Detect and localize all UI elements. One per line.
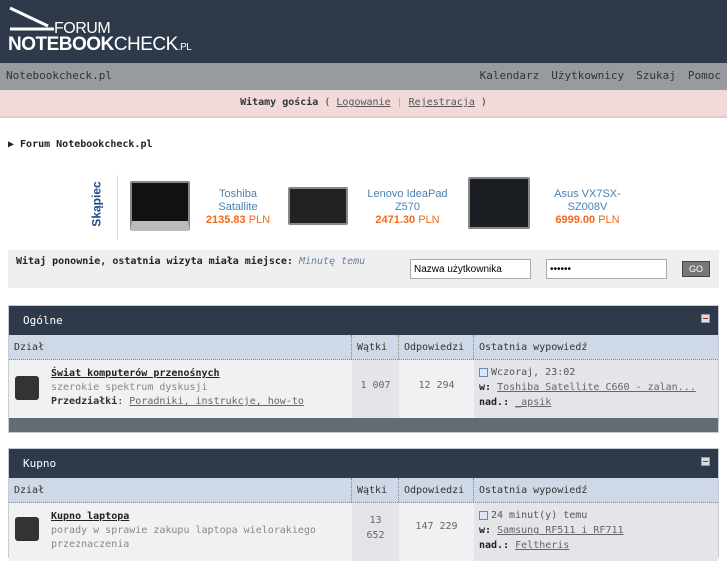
post-count: 147 229 bbox=[415, 521, 458, 532]
nav-users[interactable]: Użytkownicy bbox=[551, 69, 624, 82]
skapiec-logo: Skąpiec bbox=[90, 175, 118, 240]
last-visit-message: Witaj ponownie, ostatnia wizyta miała mi… bbox=[16, 256, 366, 267]
in-label: w: bbox=[479, 525, 492, 536]
ad-product[interactable]: Lenovo IdeaPad Z570 2471.30 PLN bbox=[360, 188, 455, 227]
logo-icon bbox=[9, 6, 54, 31]
col-threads: Wątki bbox=[352, 335, 399, 359]
nav-calendar[interactable]: Kalendarz bbox=[480, 69, 540, 82]
collapse-icon[interactable] bbox=[701, 457, 710, 466]
post-count: 12 294 bbox=[418, 380, 455, 391]
logo-text: NOTEBOOKCHECK.PL bbox=[8, 34, 192, 55]
col-posts: Odpowiedzi bbox=[399, 335, 474, 359]
site-header: FORUM NOTEBOOKCHECK.PL bbox=[0, 0, 727, 63]
login-link[interactable]: Logowanie bbox=[336, 97, 390, 108]
col-last-post: Ostatnia wypowiedź bbox=[479, 485, 588, 496]
paren: ) bbox=[474, 97, 487, 108]
separator: | bbox=[390, 97, 409, 108]
last-thread-link[interactable]: Samsung RF511 i RF711 bbox=[497, 525, 623, 536]
quote-forum-icon bbox=[15, 517, 39, 541]
subforum-link[interactable]: Poradniki, instrukcje, how-to bbox=[129, 396, 304, 407]
post-icon[interactable] bbox=[479, 367, 488, 377]
laptop-image[interactable] bbox=[468, 177, 530, 229]
last-user-link[interactable]: Feltheris bbox=[515, 540, 569, 551]
section-title[interactable]: Ogólne bbox=[23, 314, 63, 327]
forum-description: porady w sprawie zakupu laptopa wielorak… bbox=[51, 525, 316, 550]
forum-row: Kupno laptopa porady w sprawie zakupu la… bbox=[9, 503, 718, 561]
forum-title-link[interactable]: Świat komputerów przenośnych bbox=[51, 367, 352, 381]
last-post-time: 24 minut(y) temu bbox=[491, 510, 588, 521]
ad-banner[interactable]: Skąpiec Toshiba Satallite 2135.83 PLN Len… bbox=[90, 165, 650, 248]
section-kupno: Kupno Dział Wątki Odpowiedzi Ostatnia wy… bbox=[8, 448, 719, 561]
subforums-label: Przedziałki bbox=[51, 396, 118, 407]
by-label: nad.: bbox=[479, 397, 510, 408]
last-post-time: Wczoraj, 23:02 bbox=[491, 367, 576, 378]
forum-title-link[interactable]: Kupno laptopa bbox=[51, 510, 352, 524]
section-ogolne: Ogólne Dział Wątki Odpowiedzi Ostatnia w… bbox=[8, 305, 719, 433]
col-last-post: Ostatnia wypowiedź bbox=[479, 342, 588, 353]
nav-search[interactable]: Szukaj bbox=[636, 69, 676, 82]
ad-product[interactable]: Toshiba Satallite 2135.83 PLN bbox=[198, 188, 278, 227]
welcome-text: Witamy gościa bbox=[240, 97, 319, 108]
laptop-image[interactable] bbox=[288, 187, 348, 225]
breadcrumb[interactable]: ▶ Forum Notebookcheck.pl bbox=[8, 139, 153, 150]
login-bar: Witaj ponownie, ostatnia wizyta miała mi… bbox=[8, 250, 719, 288]
ad-product[interactable]: Asus VX7SX-SZ008V 6999.00 PLN bbox=[545, 188, 630, 227]
thread-count: 13 652 bbox=[352, 503, 399, 561]
in-label: w: bbox=[479, 382, 492, 393]
forum-icon bbox=[15, 376, 39, 400]
column-headers: Dział Wątki Odpowiedzi Ostatnia wypowied… bbox=[9, 335, 718, 360]
nav-bar: Notebookcheck.pl Kalendarz Użytkownicy S… bbox=[0, 63, 727, 90]
section-header: Kupno bbox=[9, 449, 718, 478]
nav-home-link[interactable]: Notebookcheck.pl bbox=[6, 69, 112, 82]
register-link[interactable]: Rejestracja bbox=[409, 97, 475, 108]
collapse-icon[interactable] bbox=[701, 314, 710, 323]
column-headers: Dział Wątki Odpowiedzi Ostatnia wypowied… bbox=[9, 478, 718, 503]
section-title[interactable]: Kupno bbox=[23, 457, 56, 470]
post-icon[interactable] bbox=[479, 510, 488, 520]
section-footer bbox=[9, 418, 718, 432]
nav-help[interactable]: Pomoc bbox=[688, 69, 721, 82]
by-label: nad.: bbox=[479, 540, 510, 551]
thread-count: 1 007 bbox=[352, 360, 399, 418]
col-posts: Odpowiedzi bbox=[399, 478, 474, 502]
paren: ( bbox=[318, 97, 337, 108]
forum-description: szerokie spektrum dyskusji bbox=[51, 382, 208, 393]
section-header: Ogólne bbox=[9, 306, 718, 335]
username-input[interactable] bbox=[410, 259, 531, 279]
laptop-image[interactable] bbox=[130, 181, 190, 231]
col-threads: Wątki bbox=[352, 478, 399, 502]
forum-row: Świat komputerów przenośnych szerokie sp… bbox=[9, 360, 718, 418]
col-forum: Dział bbox=[9, 478, 352, 502]
welcome-bar: Witamy gościa ( Logowanie | Rejestracja … bbox=[0, 90, 727, 118]
go-button[interactable]: GO bbox=[682, 261, 710, 277]
last-user-link[interactable]: _apsik bbox=[515, 397, 551, 408]
col-forum: Dział bbox=[9, 335, 352, 359]
password-input[interactable] bbox=[546, 259, 667, 279]
last-thread-link[interactable]: Toshiba Satellite C660 - zalan... bbox=[497, 382, 696, 393]
